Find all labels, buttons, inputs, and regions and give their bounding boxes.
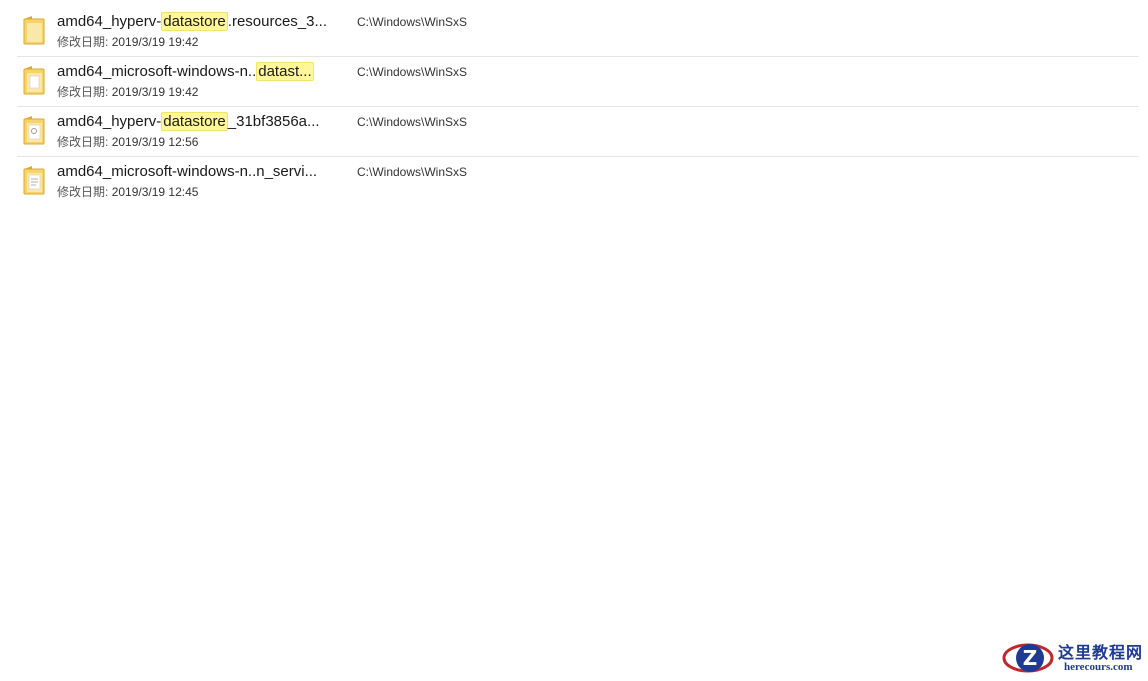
name-prefix: amd64_hyperv-	[57, 113, 162, 130]
search-match-highlight: datastore	[161, 12, 228, 31]
result-meta: 修改日期: 2019/3/19 19:42	[57, 35, 198, 50]
result-meta: 修改日期: 2019/3/19 12:45	[57, 185, 198, 200]
folder-icon	[23, 16, 45, 45]
name-prefix: amd64_microsoft-windows-n..n_servi...	[57, 163, 318, 180]
folder-icon	[23, 66, 45, 95]
result-name: amd64_microsoft-windows-n..n_servi...	[57, 162, 317, 182]
result-path: C:\Windows\WinSxS	[357, 65, 468, 79]
modified-date: 2019/3/19 12:56	[111, 135, 199, 149]
search-match-highlight: datast...	[256, 62, 314, 81]
result-row[interactable]: amd64_hyperv-datastore _31bf3856a... 修改日期…	[17, 107, 1139, 157]
result-row[interactable]: amd64_microsoft-windows-n..n_servi... 修改…	[17, 157, 1139, 206]
modified-date: 2019/3/19 19:42	[111, 35, 199, 49]
name-suffix: _31bf3856a...	[227, 113, 320, 130]
result-path: C:\Windows\WinSxS	[357, 15, 468, 29]
site-watermark: Z 这里教程网 herecours.com	[1000, 636, 1146, 680]
result-meta: 修改日期: 2019/3/19 19:42	[57, 85, 198, 100]
result-path: C:\Windows\WinSxS	[357, 115, 468, 129]
result-meta: 修改日期: 2019/3/19 12:56	[57, 135, 198, 150]
modified-label: 修改日期:	[57, 185, 109, 199]
watermark-title: 这里教程网	[1058, 643, 1144, 662]
modified-label: 修改日期:	[57, 135, 109, 149]
folder-icon	[23, 166, 45, 195]
name-prefix: amd64_microsoft-windows-n..	[57, 63, 257, 80]
search-match-highlight: datastore	[161, 112, 228, 131]
watermark-url: herecours.com	[1064, 661, 1133, 673]
name-prefix: amd64_hyperv-	[57, 13, 162, 30]
result-name: amd64_hyperv-datastore _31bf3856a...	[57, 112, 320, 132]
modified-date: 2019/3/19 12:45	[111, 185, 199, 199]
watermark-logo-letter: Z	[1023, 646, 1038, 670]
result-row[interactable]: amd64_microsoft-windows-n.. datast... 修改日…	[17, 57, 1139, 107]
folder-icon	[23, 116, 45, 145]
result-name: amd64_microsoft-windows-n.. datast...	[57, 62, 314, 82]
name-suffix: .resources_3...	[227, 13, 327, 30]
search-results-list: amd64_hyperv-datastore .resources_3... 修改…	[17, 7, 1139, 206]
modified-date: 2019/3/19 19:42	[111, 85, 199, 99]
watermark-logo: Z	[1002, 643, 1054, 673]
result-name: amd64_hyperv-datastore .resources_3...	[57, 12, 327, 32]
modified-label: 修改日期:	[57, 85, 109, 99]
modified-label: 修改日期:	[57, 35, 109, 49]
result-path: C:\Windows\WinSxS	[357, 165, 468, 179]
result-row[interactable]: amd64_hyperv-datastore .resources_3... 修改…	[17, 7, 1139, 57]
